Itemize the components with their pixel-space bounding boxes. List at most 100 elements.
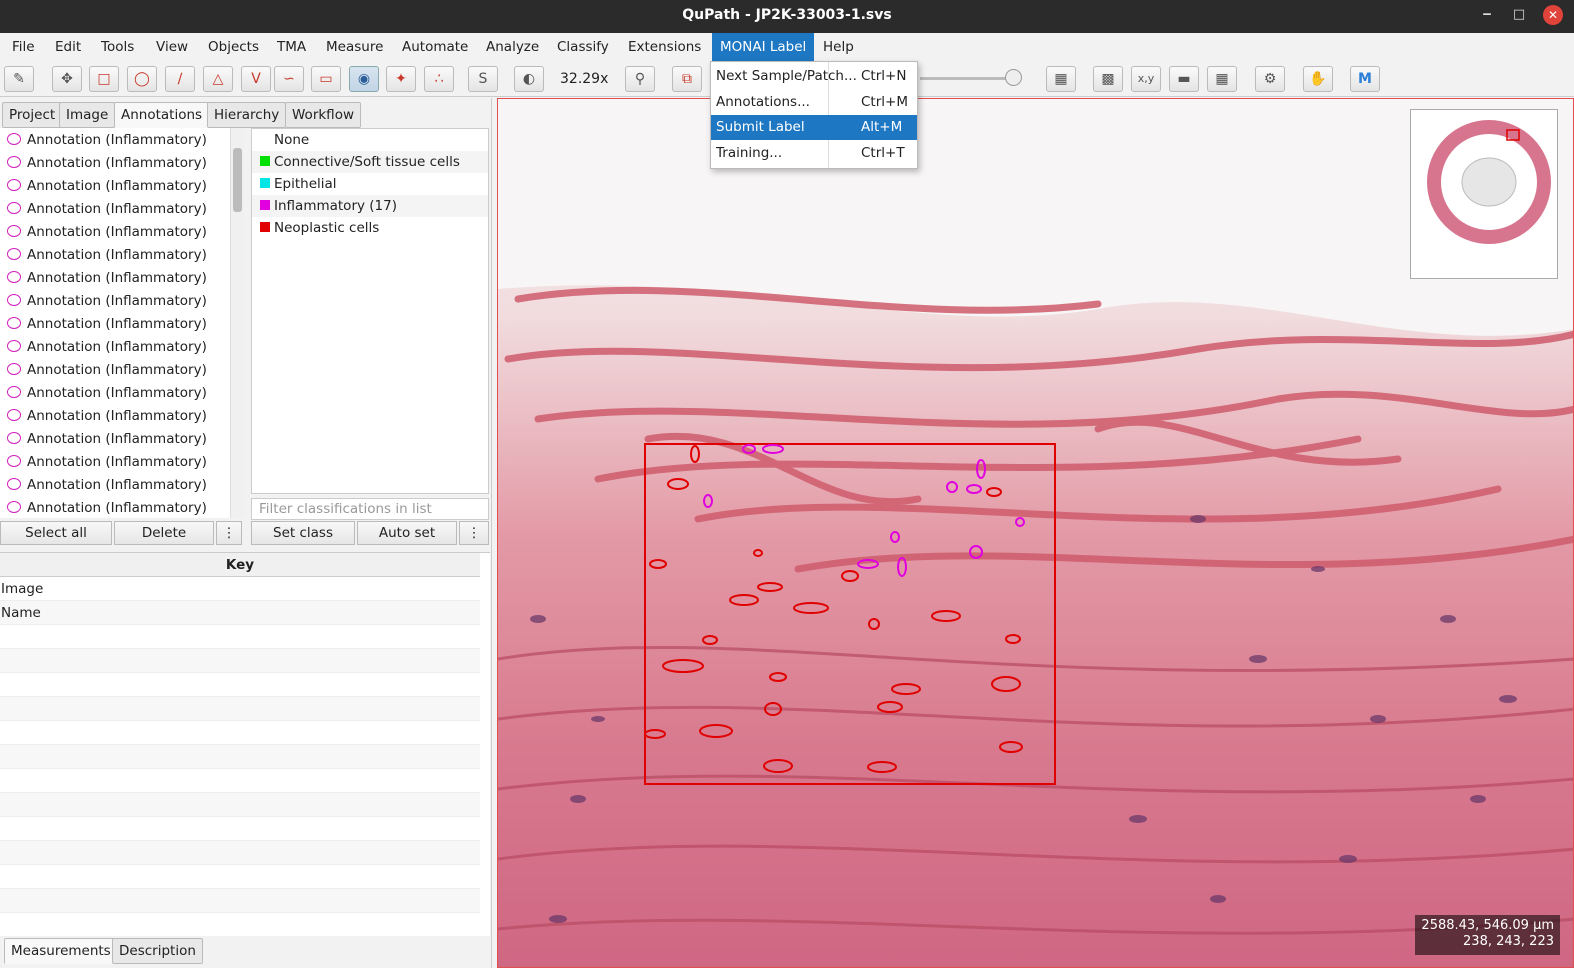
hand-icon[interactable]: ✋ [1303,66,1333,92]
list-item[interactable]: Annotation (Inflammatory) [0,152,207,175]
table-row [0,817,480,841]
menu-item-submit-label[interactable]: Submit Label Alt+M [711,115,917,140]
polygon-icon[interactable]: △ [203,66,233,92]
cursor-icon[interactable]: ▩ [1093,66,1123,92]
table-row [0,841,480,865]
table-row[interactable]: Name [0,601,480,625]
tab-measurements[interactable]: Measurements [4,938,118,964]
close-button[interactable]: ✕ [1543,5,1563,25]
auto-set-button[interactable]: Auto set [357,521,457,545]
rectangle-icon[interactable]: □ [89,66,119,92]
selection-mode-icon[interactable]: S [468,66,498,92]
menu-extensions[interactable]: Extensions [622,33,707,61]
class-more-button[interactable]: ⋮ [459,521,489,545]
list-item[interactable]: Annotation (Inflammatory) [0,405,207,428]
menu-classify[interactable]: Classify [551,33,615,61]
tab-annotations[interactable]: Annotations [114,102,210,128]
list-item[interactable]: Annotation (Inflammatory) [0,244,207,267]
annotation-shape-icon [7,202,21,214]
list-item[interactable]: Annotation (Inflammatory) [0,313,207,336]
key-table-header[interactable]: Key [0,553,480,577]
menu-file[interactable]: File [6,33,41,61]
zoom-icon[interactable]: ⚲ [625,66,655,92]
list-item[interactable]: Annotation (Inflammatory) [0,129,207,152]
tab-hierarchy[interactable]: Hierarchy [207,102,287,128]
select-all-button[interactable]: Select all [0,521,112,545]
menu-objects[interactable]: Objects [202,33,265,61]
ruler-icon[interactable]: ✎ [4,66,34,92]
menu-edit[interactable]: Edit [49,33,87,61]
menu-help[interactable]: Help [817,33,860,61]
class-item-neoplastic[interactable]: Neoplastic cells [252,217,488,239]
menu-monai-label[interactable]: MONAI Label [712,33,815,61]
annotation-shape-icon [7,271,21,283]
class-filter-input[interactable]: Filter classifications in list [251,498,489,520]
annotation-list[interactable]: Annotation (Inflammatory) Annotation (In… [0,128,230,518]
list-item[interactable]: Annotation (Inflammatory) [0,198,207,221]
scrollbar-thumb[interactable] [233,148,242,212]
list-item[interactable]: Annotation (Inflammatory) [0,451,207,474]
points-icon[interactable]: ∴ [424,66,454,92]
menu-automate[interactable]: Automate [396,33,474,61]
brush-icon[interactable]: ∽ [274,66,304,92]
settings-icon[interactable]: ⚙ [1255,66,1285,92]
table-icon[interactable]: ▦ [1046,66,1076,92]
list-item[interactable]: Annotation (Inflammatory) [0,267,207,290]
menu-analyze[interactable]: Analyze [480,33,545,61]
menu-item-training[interactable]: Training... Ctrl+T [711,141,917,166]
annotation-shape-icon [7,501,21,513]
delete-button[interactable]: Delete [114,521,214,545]
class-item-connective[interactable]: Connective/Soft tissue cells [252,151,488,173]
class-item-inflammatory[interactable]: Inflammatory (17) [252,195,488,217]
opacity-slider-thumb[interactable] [1005,69,1022,86]
table-row [0,745,480,769]
grid-icon[interactable]: ▦ [1207,66,1237,92]
list-item[interactable]: Annotation (Inflammatory) [0,336,207,359]
class-item-none[interactable]: None [252,129,488,151]
maximize-button[interactable]: □ [1502,0,1536,31]
overlay-icon[interactable]: ⧉ [672,66,702,92]
menu-view[interactable]: View [150,33,194,61]
monai-icon[interactable]: M [1350,66,1380,92]
line-icon[interactable]: ∕ [165,66,195,92]
move-icon[interactable]: ✥ [52,66,82,92]
tab-project[interactable]: Project [2,102,63,128]
annotation-list-scrollbar[interactable] [230,128,244,518]
list-item[interactable]: Annotation (Inflammatory) [0,175,207,198]
polyline-icon[interactable]: V [241,66,271,92]
menu-measure[interactable]: Measure [320,33,389,61]
wand-icon[interactable]: ✦ [386,66,416,92]
tab-description[interactable]: Description [112,938,203,964]
point-icon[interactable]: ◉ [349,66,379,92]
menu-tools[interactable]: Tools [95,33,140,61]
table-row[interactable]: Image [0,577,480,601]
minimize-button[interactable]: ‒ [1470,0,1504,31]
menu-item-annotations[interactable]: Annotations... Ctrl+M [711,90,917,115]
list-item[interactable]: Annotation (Inflammatory) [0,359,207,382]
class-item-epithelial[interactable]: Epithelial [252,173,488,195]
annotation-shape-icon [7,156,21,168]
annotation-shape-icon [7,133,21,145]
annotation-more-button[interactable]: ⋮ [216,521,242,545]
annotation-shape-icon [7,225,21,237]
table-row [0,721,480,745]
tab-image[interactable]: Image [59,102,116,128]
xy-icon[interactable]: x,y [1131,66,1161,92]
scalebar-icon[interactable]: ▬ [1169,66,1199,92]
list-item[interactable]: Annotation (Inflammatory) [0,474,207,497]
list-item[interactable]: Annotation (Inflammatory) [0,428,207,451]
classification-list[interactable]: None Connective/Soft tissue cells Epithe… [251,128,489,494]
list-item[interactable]: Annotation (Inflammatory) [0,221,207,244]
list-item[interactable]: Annotation (Inflammatory) [0,382,207,405]
contrast-icon[interactable]: ◐ [514,66,544,92]
list-item[interactable]: Annotation (Inflammatory) [0,290,207,313]
ellipse-icon[interactable]: ◯ [127,66,157,92]
set-class-button[interactable]: Set class [251,521,355,545]
list-item[interactable]: Annotation (Inflammatory) [0,497,207,518]
overview-thumbnail[interactable] [1410,109,1558,279]
image-viewer[interactable] [497,98,1574,968]
rect-select-icon[interactable]: ▭ [311,66,341,92]
menu-item-next-sample[interactable]: Next Sample/Patch... Ctrl+N [711,64,917,89]
menu-tma[interactable]: TMA [271,33,312,61]
tab-workflow[interactable]: Workflow [285,102,361,128]
